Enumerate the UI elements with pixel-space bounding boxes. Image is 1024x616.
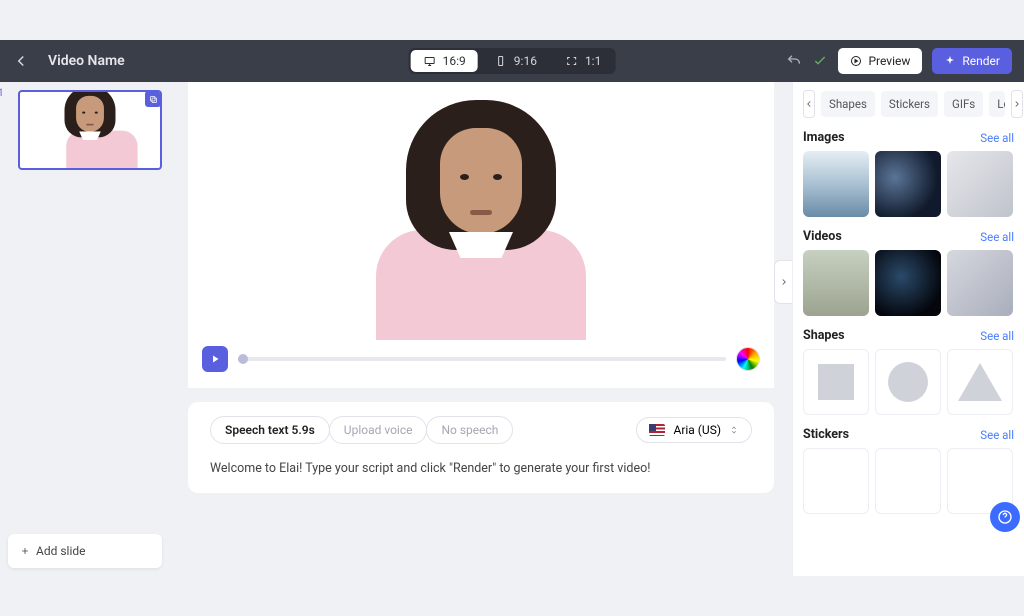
render-button[interactable]: Render [932,48,1012,74]
assets-panel: Shapes Stickers GIFs Lottie Images See al… [792,82,1024,576]
video-asset-tile[interactable] [875,250,941,316]
render-label: Render [962,54,1000,68]
tab-upload-voice[interactable]: Upload voice [329,416,428,444]
plus-icon [20,546,30,556]
ratio-label: 1:1 [585,54,601,68]
category-tab-lottie[interactable]: Lottie [989,91,1005,117]
section-title: Videos [803,229,842,244]
image-asset-tile[interactable] [875,151,941,217]
ratio-9-16-button[interactable]: 9:16 [480,48,551,74]
sticker-tile[interactable] [803,448,869,514]
see-all-videos[interactable]: See all [980,230,1014,244]
ratio-1-1-button[interactable]: 1:1 [551,48,615,74]
presenter-avatar[interactable] [376,90,586,340]
help-icon [997,509,1013,525]
preview-label: Preview [868,54,910,68]
copy-icon [149,95,158,104]
section-images: Images See all [803,130,1014,217]
chevron-right-icon [1012,99,1022,109]
speech-card: Speech text 5.9s Upload voice No speech … [188,402,774,493]
shape-square-tile[interactable] [803,349,869,415]
tab-speech-text[interactable]: Speech text 5.9s [210,416,330,444]
color-theme-button[interactable] [736,347,760,371]
script-text-input[interactable]: Welcome to Elai! Type your script and cl… [210,460,752,479]
scrubber-handle[interactable] [238,354,248,364]
preview-button[interactable]: Preview [838,48,922,74]
section-shapes: Shapes See all [803,328,1014,415]
category-scroll-left[interactable] [803,90,815,118]
canvas-card [188,82,774,388]
panel-collapse-handle[interactable] [774,260,792,304]
video-asset-tile[interactable] [947,250,1013,316]
slide-thumbnail[interactable] [18,90,162,170]
top-bar: Video Name 16:9 9:16 1:1 Preview Render [0,40,1024,82]
chevron-right-icon [779,277,789,287]
back-icon[interactable] [12,52,30,70]
duplicate-slide-button[interactable] [145,91,161,107]
see-all-shapes[interactable]: See all [980,329,1014,343]
chevron-updown-icon [729,423,739,437]
check-icon[interactable] [812,53,828,69]
ratio-label: 16:9 [443,54,466,68]
add-slide-button[interactable]: Add slide [8,534,162,568]
flag-us-icon [649,424,665,436]
aspect-ratio-group: 16:9 9:16 1:1 [409,48,616,74]
video-title[interactable]: Video Name [48,53,125,69]
video-asset-tile[interactable] [803,250,869,316]
square-icon [565,55,579,67]
slide-number: 1 [0,88,4,99]
top-actions: Preview Render [786,48,1012,74]
scrubber-track[interactable] [238,357,726,361]
avatar-thumbnail [66,90,114,168]
shape-circle-tile[interactable] [875,349,941,415]
category-tab-stickers[interactable]: Stickers [881,91,938,117]
video-canvas[interactable] [188,82,774,340]
speech-tabs: Speech text 5.9s Upload voice No speech … [210,416,752,444]
voice-label: Aria (US) [673,423,721,437]
editor-center: Speech text 5.9s Upload voice No speech … [170,82,792,576]
section-title: Images [803,130,845,145]
section-stickers: Stickers See all [803,427,1014,514]
add-slide-label: Add slide [36,544,86,558]
timeline-scrubber [188,340,774,378]
ratio-16-9-button[interactable]: 16:9 [411,50,478,72]
shape-triangle-tile[interactable] [947,349,1013,415]
help-fab-button[interactable] [990,502,1020,532]
play-icon [209,353,221,365]
category-tab-gifs[interactable]: GIFs [944,91,983,117]
slides-panel: 1 Add slide [0,82,170,576]
mobile-icon [494,55,508,67]
section-title: Shapes [803,328,845,343]
section-title: Stickers [803,427,849,442]
play-button[interactable] [202,346,228,372]
sticker-tile[interactable] [875,448,941,514]
category-tab-shapes[interactable]: Shapes [821,91,875,117]
image-asset-tile[interactable] [803,151,869,217]
see-all-stickers[interactable]: See all [980,428,1014,442]
undo-icon[interactable] [786,53,802,69]
image-asset-tile[interactable] [947,151,1013,217]
tab-no-speech[interactable]: No speech [426,416,513,444]
desktop-icon [423,55,437,67]
voice-selector[interactable]: Aria (US) [636,417,752,443]
section-videos: Videos See all [803,229,1014,316]
chevron-left-icon [804,99,814,109]
category-tabs: Shapes Stickers GIFs Lottie [803,90,1014,118]
category-scroll-right[interactable] [1011,90,1023,118]
play-circle-icon [850,55,862,67]
ratio-label: 9:16 [514,54,537,68]
sparkle-icon [944,55,956,67]
see-all-images[interactable]: See all [980,131,1014,145]
